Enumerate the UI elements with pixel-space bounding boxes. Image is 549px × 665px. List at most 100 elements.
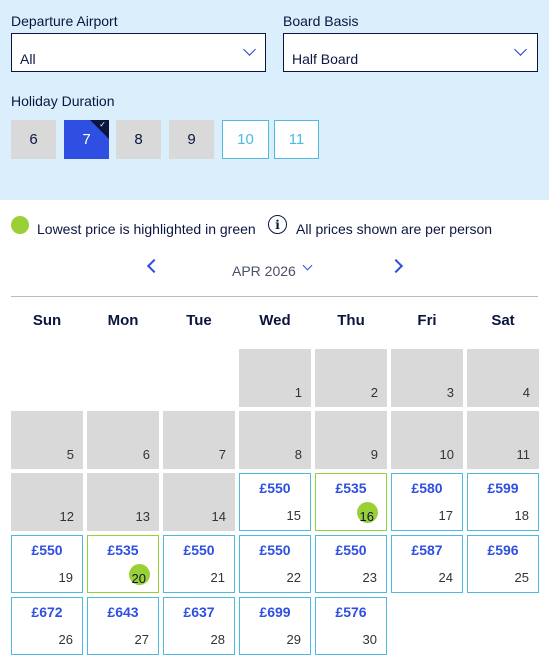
calendar-day-23[interactable]: £550 23 [315,535,387,593]
departure-airport-label: Departure Airport [11,13,118,29]
day-price: £587 [411,542,443,558]
lowest-price-legend: Lowest price is highlighted in green [37,221,256,237]
calendar-day-29[interactable]: £699 29 [239,597,311,655]
day-number: 20 [131,571,146,586]
day-number: 11 [516,447,531,462]
day-number: 8 [294,447,302,462]
day-number: 3 [446,385,454,400]
day-number: 28 [210,632,225,647]
day-number: 13 [135,509,150,524]
duration-label: 10 [237,131,254,148]
weekday-wed: Wed [259,312,291,329]
duration-label: 8 [134,131,143,148]
calendar-day-6: 6 [87,411,159,469]
departure-airport-value: All [20,51,36,67]
day-price: £550 [259,480,291,496]
calendar-day-24[interactable]: £587 24 [391,535,463,593]
chevron-down-icon [514,43,527,56]
duration-option-7[interactable]: 7 ✓ [64,120,109,159]
day-number: 2 [370,385,378,400]
day-number: 29 [286,632,301,647]
board-basis-value: Half Board [292,51,359,67]
calendar-day-12: 12 [11,473,83,531]
day-number: 6 [142,447,150,462]
day-number: 5 [66,447,74,462]
day-number: 7 [218,447,226,462]
day-number: 9 [370,447,378,462]
calendar-day-5: 5 [11,411,83,469]
calendar-day-25[interactable]: £596 25 [467,535,539,593]
weekday-sun: Sun [32,312,62,329]
calendar-day-1: 1 [239,349,311,407]
calendar-day-8: 8 [239,411,311,469]
calendar-day-22[interactable]: £550 22 [239,535,311,593]
day-price: £550 [335,542,367,558]
calendar-day-21[interactable]: £550 21 [163,535,235,593]
board-basis-label: Board Basis [283,13,359,29]
calendar-day-13: 13 [87,473,159,531]
weekday-tue: Tue [186,312,212,329]
calendar-day-15[interactable]: £550 15 [239,473,311,531]
per-person-note: All prices shown are per person [296,221,493,237]
previous-month-chevron-icon[interactable] [146,258,162,274]
day-number: 17 [438,508,453,523]
calendar-day-14: 14 [163,473,235,531]
day-number: 24 [438,570,453,585]
weekday-sat: Sat [491,312,515,329]
day-price: £637 [183,604,215,620]
chevron-down-icon[interactable] [302,260,313,271]
day-number: 10 [439,447,454,462]
filter-panel: Departure Airport All Board Basis Half B… [0,0,549,200]
calendar-day-11: 11 [467,411,539,469]
weekday-mon: Mon [107,312,139,329]
day-number: 30 [362,632,377,647]
calendar-day-27[interactable]: £643 27 [87,597,159,655]
day-price: £580 [411,480,443,496]
day-number: 23 [362,570,377,585]
day-price: £699 [259,604,291,620]
calendar-day-4: 4 [467,349,539,407]
next-month-chevron-icon[interactable] [388,258,404,274]
calendar-day-7: 7 [163,411,235,469]
calendar-day-28[interactable]: £637 28 [163,597,235,655]
chevron-down-icon [243,43,256,56]
calendar-day-26[interactable]: £672 26 [11,597,83,655]
calendar-day-20[interactable]: £535 20 [87,535,159,593]
holiday-duration-label: Holiday Duration [11,93,115,109]
day-price: £550 [183,542,215,558]
calendar-divider [11,296,538,297]
month-selector[interactable]: APR 2026 [232,263,296,279]
day-number: 26 [58,632,73,647]
day-price: £550 [259,542,291,558]
day-price: £599 [487,480,519,496]
duration-option-6[interactable]: 6 [11,120,56,159]
weekday-fri: Fri [417,312,437,329]
board-basis-select[interactable]: Half Board [283,33,538,72]
day-number: 22 [286,570,301,585]
calendar-day-16[interactable]: £535 16 [315,473,387,531]
duration-option-10[interactable]: 10 [222,120,269,159]
duration-option-11[interactable]: 11 [274,120,319,159]
day-price: £672 [31,604,63,620]
day-number: 18 [514,508,529,523]
calendar-day-30[interactable]: £576 30 [315,597,387,655]
calendar-day-19[interactable]: £550 19 [11,535,83,593]
calendar-day-2: 2 [315,349,387,407]
departure-airport-select[interactable]: All [11,33,266,72]
day-price: £576 [335,604,367,620]
duration-label: 9 [187,131,196,148]
day-number: 12 [59,509,74,524]
duration-option-9[interactable]: 9 [169,120,214,159]
calendar-day-9: 9 [315,411,387,469]
day-number: 19 [58,570,73,585]
day-price: £535 [335,480,367,496]
day-number: 4 [522,385,530,400]
duration-option-8[interactable]: 8 [116,120,161,159]
day-number: 16 [359,509,374,524]
calendar-day-18[interactable]: £599 18 [467,473,539,531]
calendar-day-3: 3 [391,349,463,407]
day-number: 14 [211,509,226,524]
day-price: £643 [107,604,139,620]
day-number: 15 [286,508,301,523]
calendar-day-17[interactable]: £580 17 [391,473,463,531]
